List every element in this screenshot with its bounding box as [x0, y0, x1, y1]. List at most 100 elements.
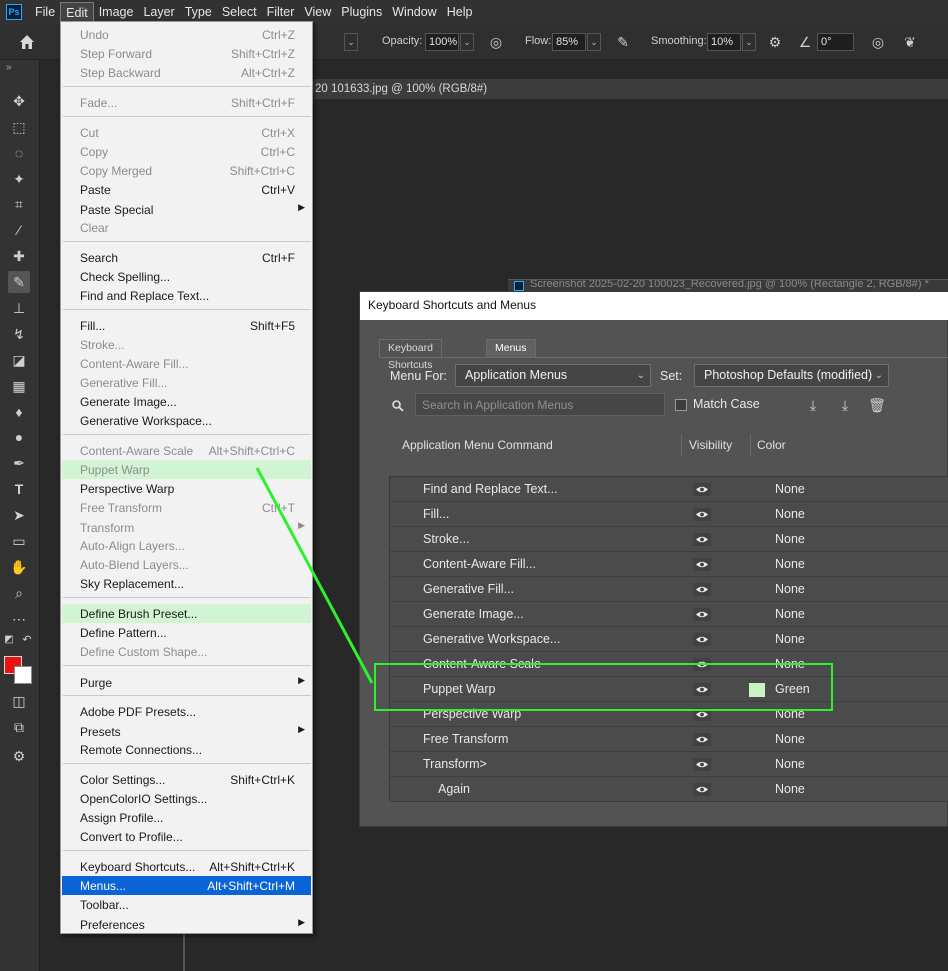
edit-menu-item-puppet-warp[interactable]: Puppet Warp	[62, 460, 311, 479]
save-set-as-icon[interactable]: ⤓	[836, 396, 854, 414]
edit-menu-item-adobe-pdf-presets[interactable]: Adobe PDF Presets...	[62, 702, 311, 721]
clone-stamp-icon[interactable]: ⊥	[8, 297, 30, 319]
pressure-opacity-icon[interactable]: ◎	[487, 33, 505, 51]
crop-tool-icon[interactable]: ⌗	[8, 193, 30, 215]
edit-menu-item-cut[interactable]: Cut Ctrl+X	[62, 123, 311, 142]
edit-menu-item-content-aware-fill[interactable]: Content-Aware Fill...	[62, 354, 311, 373]
document-tab[interactable]: 20 101633.jpg @ 100% (RGB/8#)	[313, 79, 948, 99]
magic-wand-icon[interactable]: ✦	[8, 168, 30, 190]
table-row[interactable]: Free Transform None	[390, 727, 948, 752]
flow-field[interactable]: 85%	[552, 33, 586, 51]
edit-menu-item-search[interactable]: Search Ctrl+F	[62, 248, 311, 267]
edit-menu-item-paste[interactable]: Paste Ctrl+V	[62, 180, 311, 199]
color-value[interactable]: None	[775, 732, 805, 746]
gradient-icon[interactable]: ▦	[8, 375, 30, 397]
menu-image[interactable]: Image	[94, 2, 139, 22]
eraser-icon[interactable]: ◪	[8, 349, 30, 371]
color-value[interactable]: None	[775, 507, 805, 521]
edit-menu-item-generate-image[interactable]: Generate Image...	[62, 392, 311, 411]
eye-icon[interactable]	[693, 483, 711, 496]
screen-mode-icon[interactable]: ⧉	[8, 716, 30, 738]
eye-icon[interactable]	[693, 558, 711, 571]
eye-icon[interactable]	[693, 733, 711, 746]
edit-menu-item-clear[interactable]: Clear	[62, 218, 311, 237]
hand-tool-icon[interactable]: ✋	[8, 556, 30, 578]
quick-mask-icon[interactable]: ◫	[8, 690, 30, 712]
set-select[interactable]: Photoshop Defaults (modified) ⌄	[694, 364, 889, 387]
eye-icon[interactable]	[693, 758, 711, 771]
edit-menu-item-paste-special[interactable]: Paste Special ▶	[62, 200, 311, 219]
background-color-swatch[interactable]	[14, 666, 32, 684]
symmetry-icon[interactable]: ❦	[901, 33, 919, 51]
edit-menu-item-presets[interactable]: Presets ▶	[62, 722, 311, 741]
color-value[interactable]: None	[775, 607, 805, 621]
path-selection-icon[interactable]: ➤	[8, 504, 30, 526]
gear-icon[interactable]: ⚙	[766, 33, 784, 51]
edit-menu-item-find-and-replace-text[interactable]: Find and Replace Text...	[62, 286, 311, 305]
edit-menu-item-free-transform[interactable]: Free Transform Ctrl+T	[62, 498, 311, 517]
eye-icon[interactable]	[693, 633, 711, 646]
table-row[interactable]: Transform> None	[390, 752, 948, 777]
menu-filter[interactable]: Filter	[262, 2, 300, 22]
move-tool-icon[interactable]: ✥	[8, 90, 30, 112]
edit-menu-item-auto-blend-layers[interactable]: Auto-Blend Layers...	[62, 555, 311, 574]
airbrush-icon[interactable]: ✎	[614, 33, 632, 51]
menu-for-select[interactable]: Application Menus ⌄	[455, 364, 651, 387]
menu-type[interactable]: Type	[180, 2, 217, 22]
rectangle-tool-icon[interactable]: ▭	[8, 530, 30, 552]
edit-menu-item-purge[interactable]: Purge ▶	[62, 673, 311, 692]
edit-menu-item-generative-fill[interactable]: Generative Fill...	[62, 373, 311, 392]
eye-icon[interactable]	[693, 608, 711, 621]
table-row[interactable]: Generative Workspace... None	[390, 627, 948, 652]
pen-tool-icon[interactable]: ✒	[8, 452, 30, 474]
tab-menus[interactable]: Menus	[486, 339, 536, 358]
type-tool-icon[interactable]: T	[8, 478, 30, 500]
search-input[interactable]	[415, 393, 665, 416]
default-colors-icon[interactable]: ◩	[2, 632, 16, 646]
home-icon[interactable]	[18, 33, 36, 51]
color-value[interactable]: None	[775, 632, 805, 646]
opacity-field[interactable]: 100%	[425, 33, 459, 51]
menu-help[interactable]: Help	[442, 2, 478, 22]
edit-menu-item-sky-replacement[interactable]: Sky Replacement...	[62, 574, 311, 593]
eyedropper-icon[interactable]: ⁄	[8, 219, 30, 241]
table-row[interactable]: Content-Aware Fill... None	[390, 552, 948, 577]
table-row[interactable]: Stroke... None	[390, 527, 948, 552]
edit-menu-item-define-brush-preset[interactable]: Define Brush Preset...	[62, 604, 311, 623]
edit-menu-item-menus[interactable]: Menus... Alt+Shift+Ctrl+M	[62, 876, 311, 895]
angle-field[interactable]: 0°	[817, 33, 854, 51]
table-row[interactable]: Fill... None	[390, 502, 948, 527]
brush-mode-dropdown[interactable]: ⌄	[344, 33, 358, 51]
delete-set-icon[interactable]: 🗑	[868, 396, 886, 414]
brush-tool-icon[interactable]: ✎	[8, 271, 30, 293]
zoom-tool-icon[interactable]: ⌕	[8, 582, 30, 604]
edit-menu-item-toolbar[interactable]: Toolbar...	[62, 895, 311, 914]
edit-menu-item-copy[interactable]: Copy Ctrl+C	[62, 142, 311, 161]
edit-menu-item-transform[interactable]: Transform ▶	[62, 518, 311, 537]
edit-menu-item-preferences[interactable]: Preferences ▶	[62, 915, 311, 934]
edit-menu-item-stroke[interactable]: Stroke...	[62, 335, 311, 354]
color-value[interactable]: None	[775, 557, 805, 571]
edit-menu-item-fill[interactable]: Fill... Shift+F5	[62, 316, 311, 335]
more-tools-icon[interactable]: ⋯	[8, 608, 30, 630]
edit-menu-item-keyboard-shortcuts[interactable]: Keyboard Shortcuts... Alt+Shift+Ctrl+K	[62, 857, 311, 876]
swap-colors-icon[interactable]: ↶	[20, 632, 34, 646]
marquee-tool-icon[interactable]: ⬚	[8, 116, 30, 138]
edit-menu-item-check-spelling[interactable]: Check Spelling...	[62, 267, 311, 286]
blur-tool-icon[interactable]: ♦	[8, 401, 30, 423]
document-tab-secondary[interactable]: Screenshot 2025-02-20 100023_Recovered.j…	[508, 279, 948, 291]
edit-menu-item-content-aware-scale[interactable]: Content-Aware Scale Alt+Shift+Ctrl+C	[62, 441, 311, 460]
tab-keyboard-shortcuts[interactable]: Keyboard Shortcuts	[379, 339, 442, 371]
dodge-tool-icon[interactable]: ●	[8, 426, 30, 448]
edit-menu-item-convert-to-profile[interactable]: Convert to Profile...	[62, 827, 311, 846]
edit-menu-item-define-custom-shape[interactable]: Define Custom Shape...	[62, 642, 311, 661]
smoothing-dropdown[interactable]: ⌄	[742, 33, 756, 51]
color-value[interactable]: None	[775, 782, 805, 796]
smoothing-field[interactable]: 10%	[707, 33, 741, 51]
menu-edit[interactable]: Edit	[60, 2, 94, 22]
eye-icon[interactable]	[693, 783, 711, 796]
table-row[interactable]: Generative Fill... None	[390, 577, 948, 602]
edit-menu-item-fade[interactable]: Fade... Shift+Ctrl+F	[62, 93, 311, 112]
edit-menu-item-step-backward[interactable]: Step Backward Alt+Ctrl+Z	[62, 63, 311, 82]
table-row[interactable]: Generate Image... None	[390, 602, 948, 627]
